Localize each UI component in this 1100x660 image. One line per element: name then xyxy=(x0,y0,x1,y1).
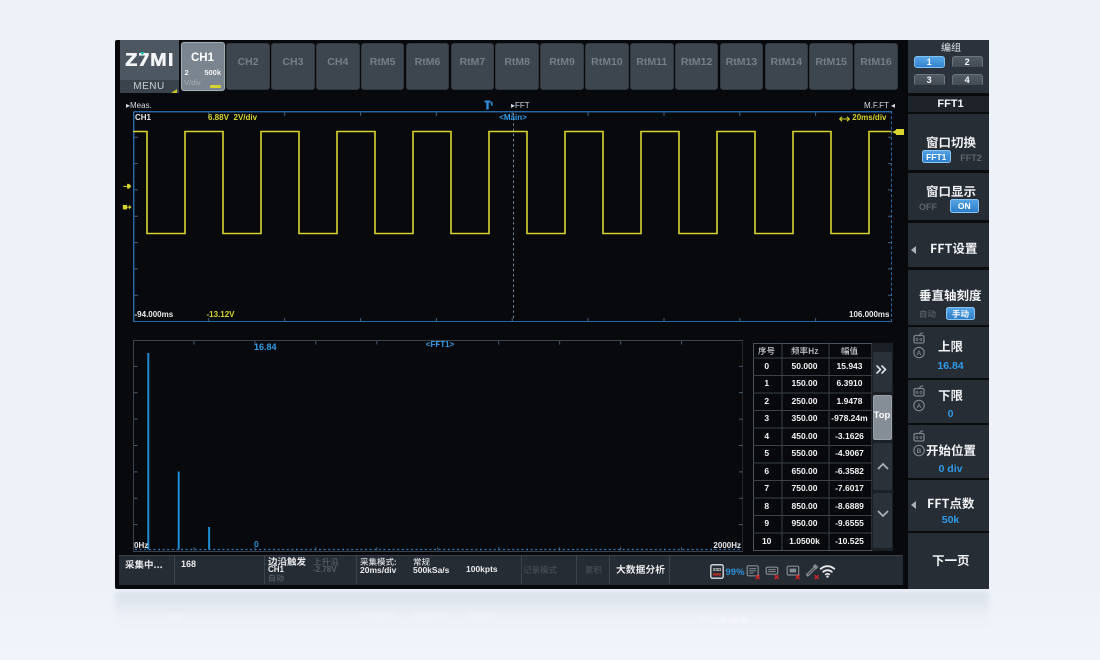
svg-text:B: B xyxy=(916,448,921,455)
svg-text:A: A xyxy=(916,350,921,357)
svg-text:A: A xyxy=(916,403,921,410)
svg-text:SSD: SSD xyxy=(713,567,722,572)
